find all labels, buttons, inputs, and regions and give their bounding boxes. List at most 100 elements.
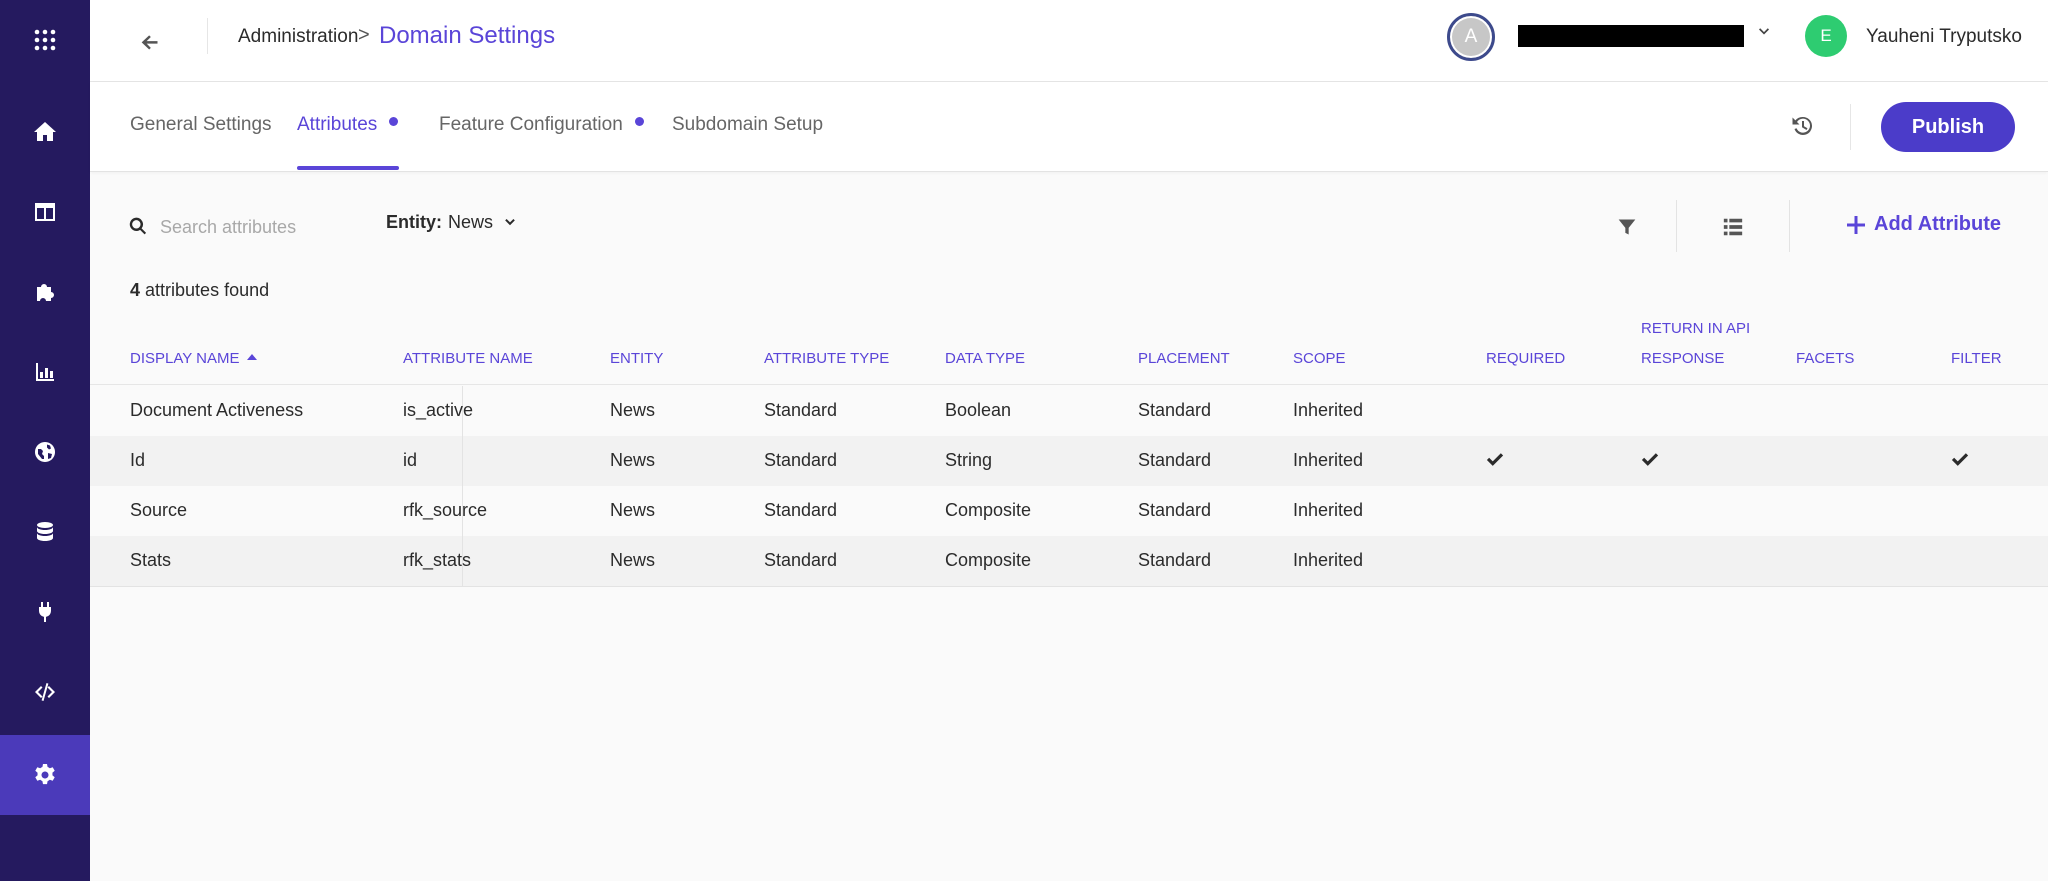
user-avatar[interactable]: E (1805, 15, 1847, 57)
account-name-redacted[interactable] (1518, 25, 1744, 47)
column-header-response[interactable]: Response (1641, 344, 1724, 374)
column-header-facets[interactable]: Facets (1796, 344, 1854, 374)
cell-placement: Standard (1138, 400, 1212, 420)
entity-select[interactable]: Entity: News (386, 212, 517, 233)
cell-attribute-type: Standard (764, 500, 838, 520)
history-icon[interactable] (1782, 106, 1822, 146)
account-avatar[interactable]: A (1447, 13, 1495, 61)
cell-data-type: Composite (945, 550, 1032, 570)
column-header-required[interactable]: Required (1486, 344, 1565, 374)
tabs-bar: General Settings Attributes Feature Conf… (90, 82, 2048, 172)
column-header-return-in-api[interactable]: Return in API (1641, 314, 1750, 344)
column-divider (462, 436, 463, 486)
tab-attributes[interactable]: Attributes (297, 114, 399, 136)
cell-scope: Inherited (1293, 450, 1364, 470)
results-count-suffix: attributes found (145, 280, 270, 300)
cell-scope: Inherited (1293, 400, 1364, 420)
sidebar (0, 0, 90, 881)
gear-icon[interactable] (0, 735, 90, 815)
back-arrow-icon[interactable] (130, 22, 170, 62)
publish-button[interactable]: Publish (1881, 102, 2015, 152)
cell-attribute-name: rfk_source (403, 500, 488, 520)
cell-attribute-name: id (403, 450, 418, 470)
list-view-icon[interactable] (1718, 212, 1748, 242)
cell-data-type: String (945, 450, 993, 470)
tab-general-settings[interactable]: General Settings (130, 114, 272, 136)
breadcrumb-administration[interactable]: Administration (238, 26, 358, 48)
cell-attribute-type: Standard (764, 400, 838, 420)
cell-placement: Standard (1138, 450, 1212, 470)
table-row[interactable]: Document Activeness is_active News Stand… (90, 386, 2048, 436)
divider (207, 18, 208, 54)
cell-display-name: Document Activeness (130, 400, 304, 420)
table-row[interactable]: Source rfk_source News Standard Composit… (90, 486, 2048, 536)
results-count: 4 attributes found (130, 280, 269, 301)
entity-label: Entity: (386, 212, 442, 232)
active-tab-indicator (297, 166, 399, 170)
cell-data-type: Boolean (945, 400, 1012, 420)
search-icon (128, 216, 150, 238)
table-bottom-border (90, 586, 2048, 587)
unsaved-dot (389, 117, 399, 126)
tab-subdomain-setup[interactable]: Subdomain Setup (672, 114, 823, 136)
column-header-attribute-type[interactable]: Attribute Type (764, 344, 889, 374)
filter-icon[interactable] (1612, 212, 1642, 242)
plug-icon[interactable] (0, 572, 90, 652)
divider (1676, 200, 1677, 252)
layout-icon[interactable] (0, 172, 90, 252)
globe-icon[interactable] (0, 412, 90, 492)
cell-entity: News (610, 400, 656, 420)
cell-attribute-type: Standard (764, 550, 838, 570)
page-title: Domain Settings (379, 22, 556, 49)
tab-feature-configuration[interactable]: Feature Configuration (439, 114, 644, 136)
cell-placement: Standard (1138, 500, 1212, 520)
column-header-placement[interactable]: Placement (1138, 344, 1230, 374)
puzzle-icon[interactable] (0, 252, 90, 332)
cell-data-type: Composite (945, 500, 1032, 520)
return-in-api-check-icon (1641, 451, 1661, 471)
search-input[interactable] (160, 212, 360, 242)
analytics-icon[interactable] (0, 332, 90, 412)
filter-check-icon (1951, 451, 1971, 471)
top-bar: Administration > Domain Settings A E Yau… (90, 0, 2048, 82)
table-row[interactable]: Id id News Standard String Standard Inhe… (90, 436, 2048, 486)
database-icon[interactable] (0, 492, 90, 572)
add-attribute-button[interactable]: Add Attribute (1846, 213, 2001, 236)
user-name[interactable]: Yauheni Tryputsko (1866, 26, 2022, 48)
column-header-filter[interactable]: Filter (1951, 344, 2002, 374)
column-header-display-name[interactable]: Display Name (130, 344, 258, 374)
add-attribute-label: Add Attribute (1874, 213, 2002, 235)
required-check-icon (1486, 451, 1506, 471)
table-row[interactable]: Stats rfk_stats News Standard Composite … (90, 536, 2048, 586)
cell-entity: News (610, 550, 656, 570)
unsaved-dot (634, 117, 644, 126)
plus-icon (1847, 215, 1865, 234)
cell-display-name: Stats (130, 550, 172, 570)
column-header-data-type[interactable]: Data Type (945, 344, 1025, 374)
cell-entity: News (610, 500, 656, 520)
chevron-down-icon[interactable] (1756, 24, 1772, 40)
cell-attribute-type: Standard (764, 450, 838, 470)
column-header-scope[interactable]: Scope (1293, 344, 1346, 374)
column-header-entity[interactable]: Entity (610, 344, 663, 374)
entity-value: News (448, 212, 494, 232)
cell-display-name: Id (130, 450, 146, 470)
divider (1850, 104, 1851, 150)
cell-placement: Standard (1138, 550, 1212, 570)
cell-scope: Inherited (1293, 500, 1364, 520)
column-header-attribute-name[interactable]: Attribute Name (403, 344, 533, 374)
home-icon[interactable] (0, 92, 90, 172)
table-header-border (90, 384, 2048, 385)
apps-grid-icon[interactable] (0, 0, 90, 80)
cell-attribute-name: rfk_stats (403, 550, 472, 570)
results-count-number: 4 (130, 280, 141, 300)
cell-entity: News (610, 450, 656, 470)
code-icon[interactable] (0, 652, 90, 732)
chevron-down-icon (505, 218, 515, 225)
cell-attribute-name: is_active (403, 400, 474, 420)
cell-scope: Inherited (1293, 550, 1364, 570)
cell-display-name: Source (130, 500, 188, 520)
breadcrumb-separator: > (358, 24, 370, 46)
divider (1789, 200, 1790, 252)
sort-asc-icon (247, 354, 258, 360)
